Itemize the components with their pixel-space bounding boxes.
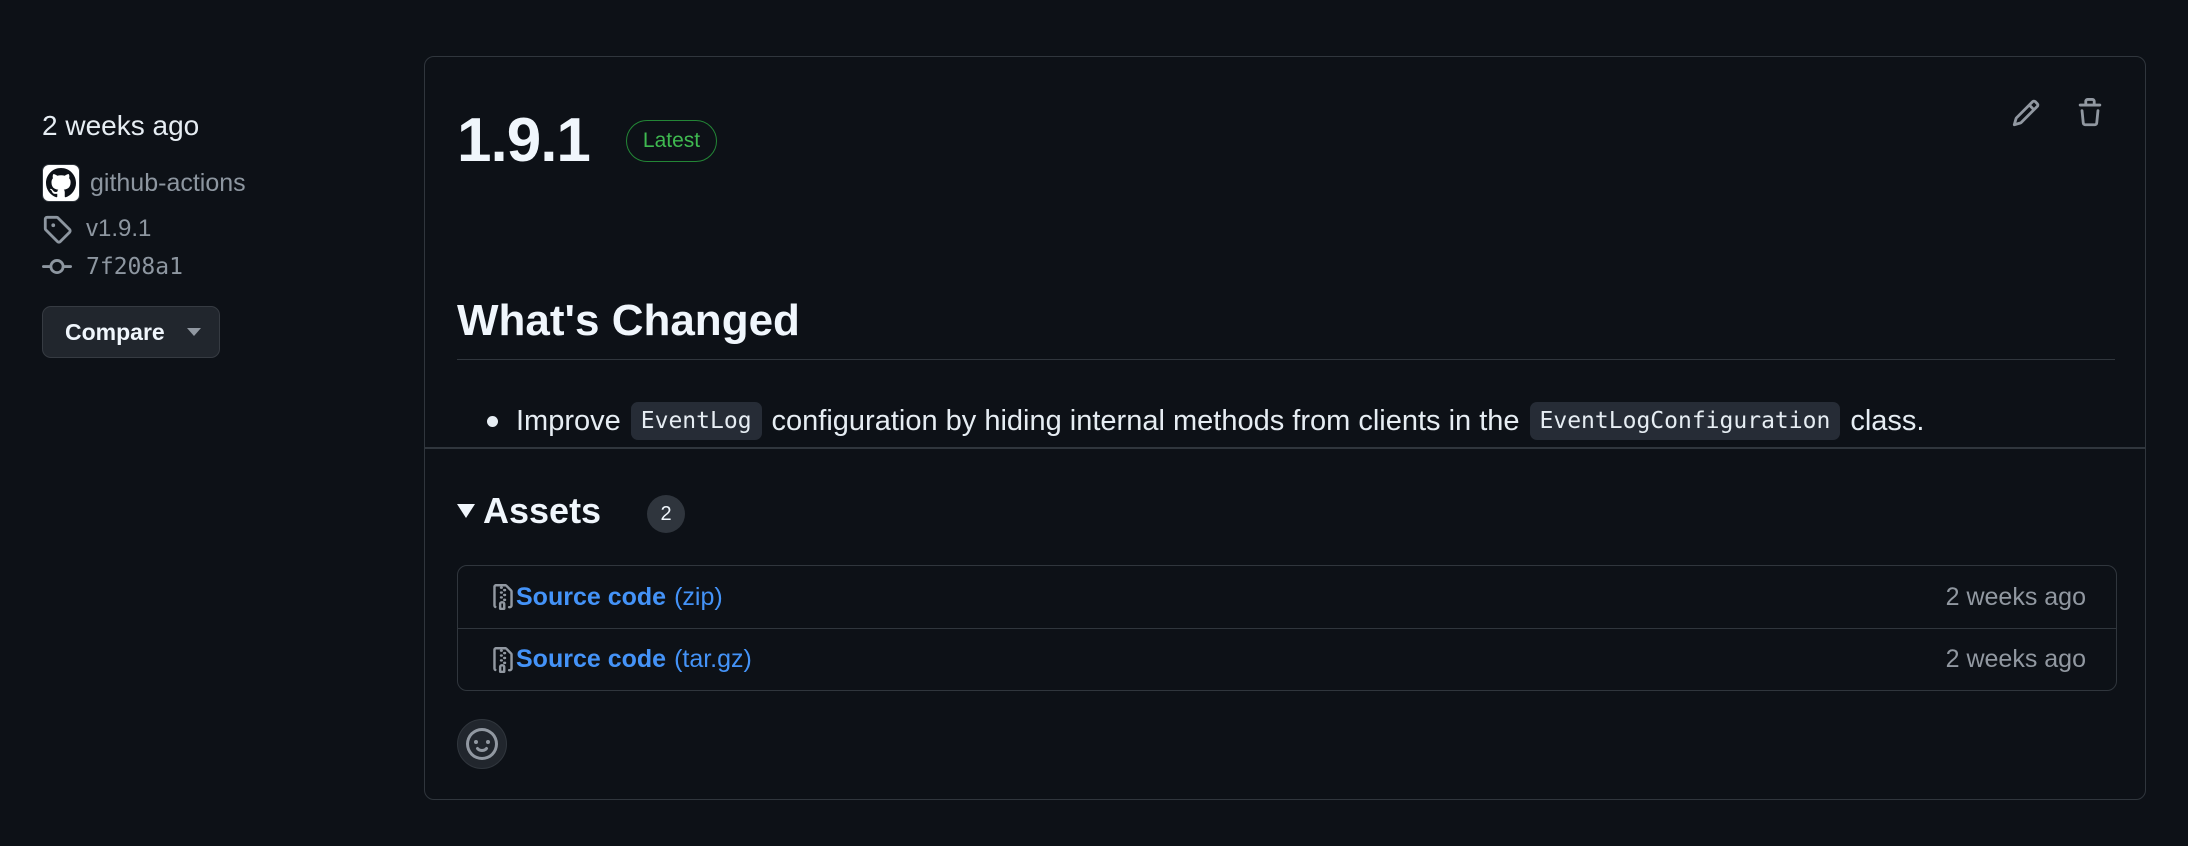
code-eventlog-configuration: EventLogConfiguration	[1529, 402, 1841, 440]
section-divider	[425, 447, 2145, 449]
assets-toggle[interactable]: Assets 2	[457, 489, 686, 533]
caret-down-icon	[186, 328, 201, 336]
author-name[interactable]: github-actions	[90, 169, 246, 198]
compare-button[interactable]: Compare	[42, 306, 220, 358]
asset-row: Source code (tar.gz) 2 weeks ago	[458, 628, 2116, 690]
change-text-2: configuration by hiding internal methods…	[771, 404, 1520, 437]
release-author[interactable]: github-actions	[42, 164, 382, 202]
asset-ext[interactable]: (zip)	[674, 583, 723, 612]
smiley-icon	[466, 728, 498, 760]
change-text-3: class.	[1850, 404, 1925, 437]
asset-date[interactable]: 2 weeks ago	[1946, 583, 2086, 612]
release-date[interactable]: 2 weeks ago	[42, 104, 382, 148]
release-version[interactable]: 1.9.1	[457, 103, 591, 179]
release-card: 1.9.1 Latest What's Changed Improve Even…	[424, 56, 2146, 800]
asset-name[interactable]: Source code	[516, 645, 666, 674]
triangle-down-icon[interactable]	[457, 504, 475, 518]
commit-sha[interactable]: 7f208a1	[86, 254, 183, 280]
tag-name[interactable]: v1.9.1	[86, 215, 151, 243]
delete-release-button[interactable]	[2071, 93, 2109, 133]
asset-item: Source code (zip)	[490, 582, 723, 612]
compare-label: Compare	[65, 318, 165, 345]
release-commit[interactable]: 7f208a1	[42, 250, 382, 284]
file-zip-icon	[493, 584, 513, 610]
asset-download-link[interactable]: Source code (zip)	[490, 582, 723, 612]
assets-count-badge: 2	[647, 495, 686, 533]
git-commit-icon	[42, 252, 76, 282]
release-tag[interactable]: v1.9.1	[42, 212, 382, 246]
edit-release-button[interactable]	[2007, 93, 2045, 133]
tag-icon	[42, 214, 76, 244]
bullet	[487, 415, 498, 427]
release-sidebar: 2 weeks ago github-actions v1.9.1 7f208a…	[42, 104, 382, 358]
asset-row: Source code (zip) 2 weeks ago	[458, 566, 2116, 628]
assets-title[interactable]: Assets	[483, 490, 601, 532]
trash-icon	[2078, 98, 2102, 127]
asset-date[interactable]: 2 weeks ago	[1946, 645, 2086, 674]
asset-name[interactable]: Source code	[516, 583, 666, 612]
asset-download-link[interactable]: Source code (tar.gz)	[490, 645, 752, 675]
release-actions	[2007, 93, 2109, 133]
code-eventlog: EventLog	[630, 402, 762, 440]
asset-item: Source code (tar.gz)	[490, 645, 752, 675]
latest-badge: Latest	[625, 120, 718, 162]
change-text-1: Improve	[516, 404, 621, 437]
release-title-row: 1.9.1 Latest	[457, 103, 718, 179]
asset-ext[interactable]: (tar.gz)	[674, 645, 752, 674]
change-list-item: Improve EventLog configuration by hiding…	[487, 402, 1924, 440]
asset-list: Source code (zip) 2 weeks ago Source cod…	[457, 565, 2117, 691]
file-zip-icon	[493, 646, 513, 673]
pencil-icon	[2012, 99, 2040, 127]
whats-changed-heading: What's Changed	[457, 293, 2115, 360]
add-reaction-button[interactable]	[457, 719, 507, 769]
github-mark-icon[interactable]	[42, 164, 80, 202]
release-header: 1.9.1 Latest What's Changed Improve Even…	[425, 57, 2145, 447]
